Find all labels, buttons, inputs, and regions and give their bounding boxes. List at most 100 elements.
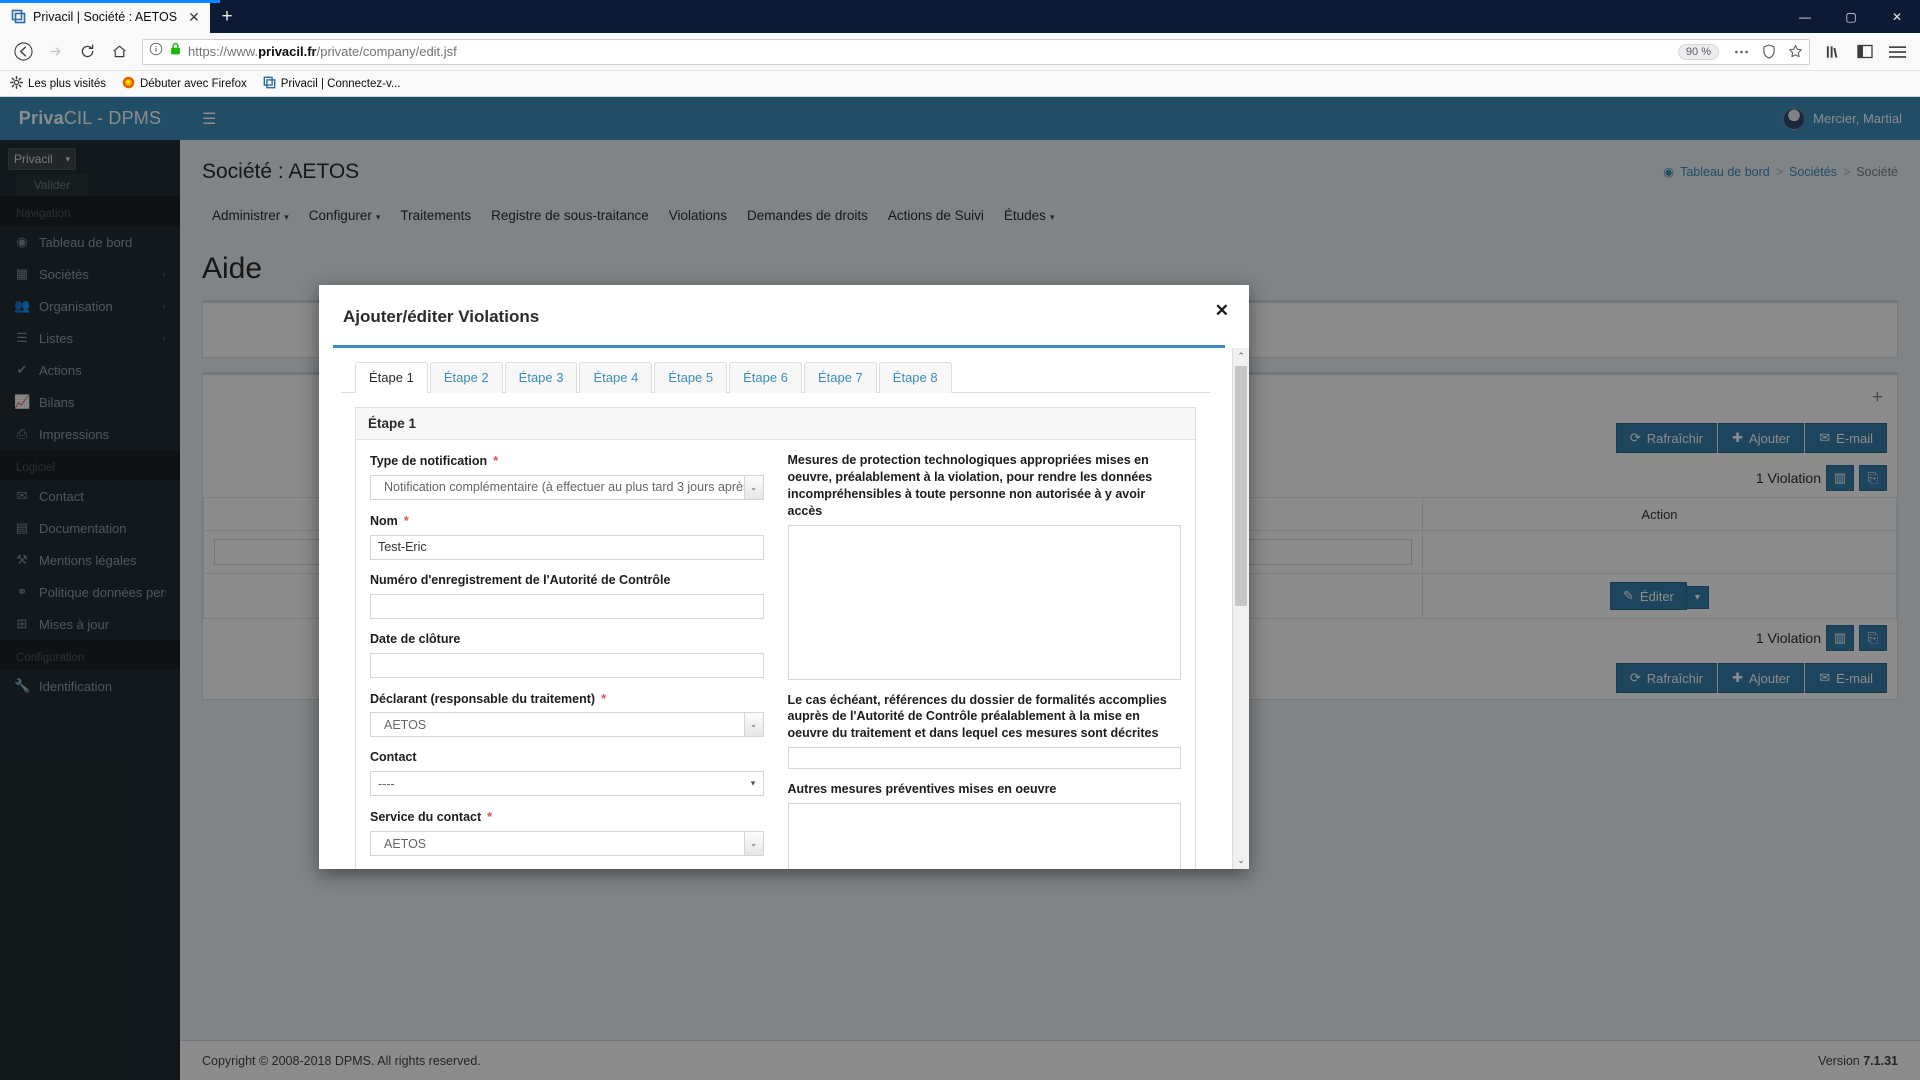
- bookmark-label: Débuter avec Firefox: [139, 77, 247, 90]
- select-value: AETOS: [384, 717, 427, 732]
- window-controls: — ▢ ✕: [1782, 0, 1920, 33]
- field-numero-enregistrement: Numéro d'enregistrement de l'Autorité de…: [370, 572, 764, 619]
- label-text: Service du contact: [370, 810, 482, 825]
- modal-title: Ajouter/éditer Violations: [343, 307, 540, 326]
- required-marker: *: [493, 453, 499, 468]
- tab-etape-7[interactable]: Étape 7: [803, 362, 877, 393]
- firefox-icon: [122, 76, 135, 92]
- home-button[interactable]: [104, 37, 134, 67]
- tab-strip: Privacil | Société : AETOS ✕ + — ▢ ✕: [0, 0, 1920, 33]
- select-declarant[interactable]: AETOS ⌄: [370, 712, 764, 738]
- url-text: https://www.privacil.fr/private/company/…: [188, 44, 457, 59]
- hamburger-menu-icon[interactable]: [1882, 37, 1912, 67]
- required-marker: *: [601, 690, 607, 706]
- field-autres-mesures-preventives: Autres mesures préventives mises en oeuv…: [787, 781, 1181, 869]
- library-icon[interactable]: [1818, 37, 1848, 67]
- back-button[interactable]: [8, 37, 38, 67]
- chevron-down-icon: ⌄: [743, 832, 763, 856]
- privacil-favicon: [263, 76, 276, 92]
- bookmark-label: Privacil | Connectez-v...: [280, 77, 401, 90]
- reload-button[interactable]: [72, 37, 102, 67]
- sidebar-icon[interactable]: [1850, 37, 1880, 67]
- bookmark-debuter-avec-firefox[interactable]: Débuter avec Firefox: [122, 76, 247, 92]
- label-text: Nom: [370, 513, 398, 528]
- field-references-dossier-formalites: Le cas échéant, références du dossier de…: [787, 692, 1181, 770]
- gear-icon: [10, 75, 23, 92]
- field-label: Date de clôture: [370, 631, 461, 646]
- lock-icon: [169, 42, 182, 61]
- modal-body: Étape 1 Étape 2 Étape 3 Étape 4 Étape 5 …: [319, 348, 1249, 869]
- field-label: Nom *: [370, 512, 764, 530]
- modal-scrollbar[interactable]: ⌃ ⌄: [1232, 348, 1249, 869]
- chevron-down-icon: ⌄: [743, 475, 763, 499]
- input-date-de-cloture[interactable]: [370, 652, 764, 678]
- scroll-up-icon[interactable]: ⌃: [1233, 348, 1249, 365]
- caret-down-icon: ▾: [750, 778, 756, 789]
- form-column-right: Mesures de protection technologiques app…: [787, 452, 1181, 869]
- field-label: Mesures de protection technologiques app…: [787, 453, 1153, 518]
- info-icon[interactable]: [149, 42, 163, 61]
- browser-tab-title: Privacil | Société : AETOS: [33, 9, 178, 24]
- field-label: Date et heure effectives: [370, 868, 764, 869]
- step-panel-body: Type de notification * Notification compl…: [356, 440, 1195, 869]
- required-marker: *: [487, 809, 493, 825]
- field-label: Type de notification *: [370, 452, 764, 470]
- tab-etape-5[interactable]: Étape 5: [654, 362, 728, 393]
- tab-etape-8[interactable]: Étape 8: [878, 362, 952, 393]
- textarea-autres-mesures-preventives[interactable]: [787, 803, 1181, 869]
- step-panel: Étape 1 Type de notification * Notificati…: [355, 407, 1196, 869]
- input-numero-enregistrement[interactable]: [370, 593, 764, 619]
- bookmarks-bar: Les plus visités Débuter avec Firefox Pr…: [0, 71, 1920, 97]
- select-contact[interactable]: ---- ▾: [370, 771, 764, 797]
- tab-etape-2[interactable]: Étape 2: [429, 362, 503, 393]
- scrollbar-thumb[interactable]: [1235, 366, 1247, 606]
- forward-button[interactable]: [40, 37, 70, 67]
- bookmark-star-icon[interactable]: [1788, 44, 1803, 59]
- modal-header: Ajouter/éditer Violations ✕: [319, 285, 1249, 337]
- field-date-de-cloture: Date de clôture: [370, 631, 764, 678]
- browser-tab[interactable]: Privacil | Société : AETOS ✕: [0, 0, 210, 33]
- close-icon[interactable]: ✕: [186, 10, 202, 24]
- select-service-du-contact[interactable]: AETOS ⌄: [370, 831, 764, 857]
- field-mesures-protection-technologiques: Mesures de protection technologiques app…: [787, 452, 1181, 680]
- input-nom[interactable]: Test-Eric: [370, 534, 764, 560]
- url-bar[interactable]: https://www.privacil.fr/private/company/…: [142, 38, 1810, 65]
- form-column-left: Type de notification * Notification compl…: [370, 452, 764, 869]
- bookmark-les-plus-visites[interactable]: Les plus visités: [10, 75, 106, 92]
- tab-etape-6[interactable]: Étape 6: [729, 362, 802, 393]
- application-window: Priva CIL - DPMS ☰ Mercier, Martial Priva…: [0, 97, 1920, 1080]
- textarea-mesures-protection-technologiques[interactable]: [787, 524, 1181, 680]
- field-label: Numéro d'enregistrement de l'Autorité de…: [370, 572, 671, 587]
- scroll-down-icon[interactable]: ⌄: [1233, 852, 1249, 869]
- page-actions-icon[interactable]: [1733, 45, 1750, 59]
- tab-etape-3[interactable]: Étape 3: [504, 362, 578, 393]
- select-type-de-notification[interactable]: Notification complémentaire (à effectuer…: [370, 474, 764, 500]
- modal-scroll-area: Étape 1 Étape 2 Étape 3 Étape 4 Étape 5 …: [319, 348, 1232, 869]
- textarea-references-dossier-formalites[interactable]: [787, 747, 1181, 770]
- field-nom: Nom * Test-Eric: [370, 512, 764, 560]
- field-declarant: Déclarant (responsable du traitement) * A…: [370, 690, 764, 738]
- select-value: ----: [378, 776, 395, 791]
- window-close-button[interactable]: ✕: [1874, 0, 1920, 33]
- label-text: Déclarant (responsable du traitement): [370, 691, 596, 706]
- select-value: AETOS: [384, 836, 427, 851]
- bookmark-privacil-connectez[interactable]: Privacil | Connectez-v...: [263, 76, 401, 92]
- new-tab-button[interactable]: +: [210, 0, 244, 33]
- select-value: Notification complémentaire (à effectuer…: [384, 480, 764, 495]
- zoom-level-badge[interactable]: 90 %: [1677, 43, 1719, 60]
- maximize-button[interactable]: ▢: [1828, 0, 1874, 33]
- field-label: Le cas échéant, références du dossier de…: [787, 692, 1167, 741]
- tab-etape-4[interactable]: Étape 4: [579, 362, 653, 393]
- required-marker: *: [403, 512, 409, 528]
- navigation-toolbar: https://www.privacil.fr/private/company/…: [0, 33, 1920, 71]
- steps-tab-list: Étape 1 Étape 2 Étape 3 Étape 4 Étape 5 …: [341, 362, 1210, 393]
- browser-chrome: Privacil | Société : AETOS ✕ + — ▢ ✕ htt…: [0, 0, 1920, 97]
- field-contact: Contact ---- ▾: [370, 749, 764, 797]
- minimize-button[interactable]: —: [1782, 0, 1828, 33]
- bookmark-label: Les plus visités: [28, 77, 106, 90]
- field-label: Service du contact *: [370, 808, 764, 826]
- field-type-de-notification: Type de notification * Notification compl…: [370, 452, 764, 500]
- close-icon[interactable]: ✕: [1215, 302, 1229, 319]
- tracking-protection-icon[interactable]: [1762, 44, 1776, 59]
- tab-etape-1[interactable]: Étape 1: [355, 362, 428, 393]
